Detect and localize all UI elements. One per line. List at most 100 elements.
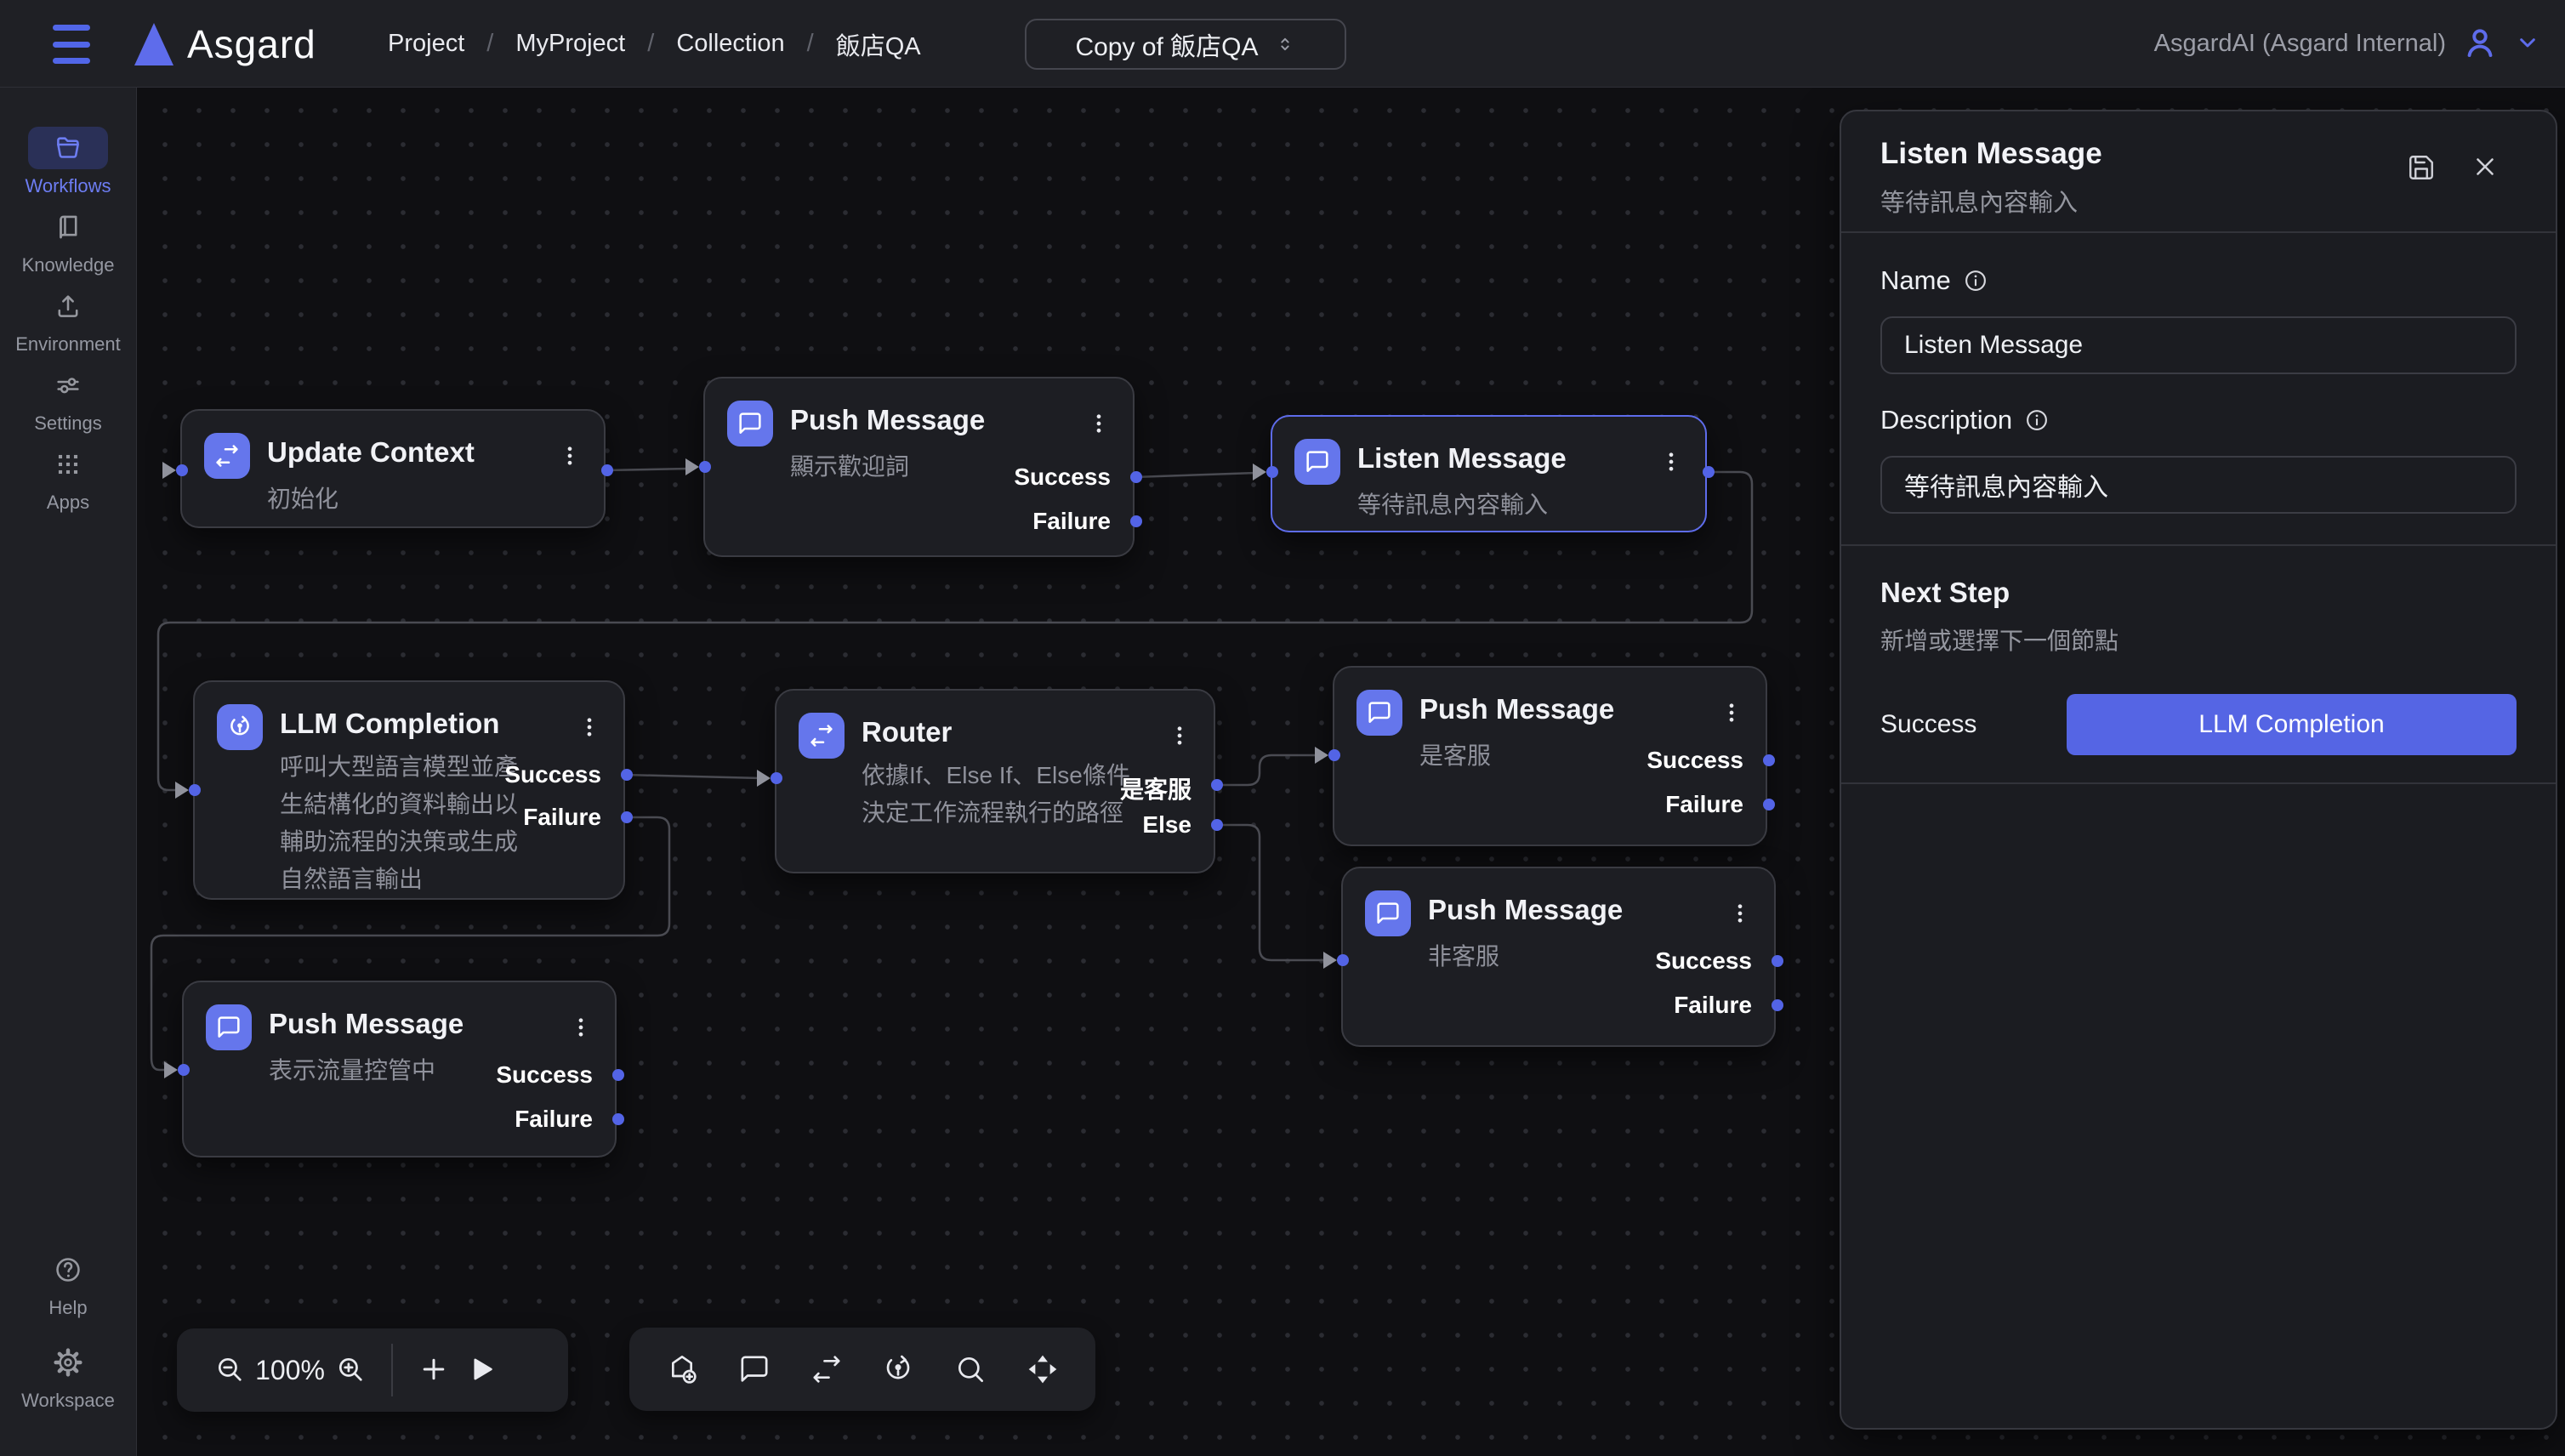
book-icon: [28, 206, 108, 248]
node-menu-icon[interactable]: [571, 706, 608, 748]
next-step-section: Next Step 新增或選擇下一個節點 SuccessLLM Completi…: [1841, 546, 2556, 784]
sidebar-item-help[interactable]: Help: [0, 1248, 137, 1319]
toolbar-divider: [391, 1344, 393, 1396]
node-menu-icon[interactable]: [1161, 714, 1198, 757]
sidebar-item-label: Knowledge: [22, 254, 115, 276]
help-circle-icon: [28, 1248, 108, 1291]
brand-name: Asgard: [187, 21, 316, 67]
sidebar-item-settings[interactable]: Settings: [0, 364, 137, 435]
next-step-target-button[interactable]: LLM Completion: [2067, 694, 2517, 755]
breadcrumb-item-project[interactable]: Project: [388, 30, 464, 58]
node-push-message-throttle[interactable]: Push Message表示流量控管中SuccessFailure: [182, 981, 617, 1157]
panel-header: Listen Message 等待訊息內容輸入: [1841, 111, 2556, 233]
add-icon[interactable]: [410, 1345, 458, 1396]
node-push-message-welcome[interactable]: Push Message顯示歡迎詞SuccessFailure: [703, 377, 1135, 557]
node-title: LLM Completion: [280, 708, 499, 740]
node-title: Push Message: [1419, 693, 1614, 725]
description-field-label: Description: [1880, 405, 2517, 435]
sidebar-item-apps[interactable]: Apps: [0, 443, 137, 514]
node-title: Push Message: [1428, 894, 1623, 926]
fit-view-icon[interactable]: [1019, 1344, 1066, 1395]
node-subtitle: 是客服: [1419, 737, 1491, 771]
node-subtitle: 顯示歡迎詞: [790, 448, 909, 482]
output-label-success: Success: [496, 1061, 593, 1089]
node-subtitle: 表示流量控管中: [269, 1052, 435, 1086]
output-label-success: Success: [1655, 947, 1752, 975]
node-router[interactable]: Router依據If、Else If、Else條件決定工作流程執行的路徑是客服E…: [775, 689, 1215, 873]
asgard-workflow-app: Asgard Project/MyProject/Collection/飯店QA…: [0, 0, 2565, 1456]
chat-icon: [1356, 690, 1402, 736]
breadcrumb-item-飯店qa[interactable]: 飯店QA: [836, 26, 921, 62]
llm-icon[interactable]: [874, 1344, 922, 1395]
node-menu-icon[interactable]: [1652, 441, 1690, 483]
next-step-subtitle: 新增或選擇下一個節點: [1880, 623, 2517, 657]
node-llm-completion[interactable]: LLM Completion 呼叫大型語言模型並產生結構化的資料輸出以輔助流程的決…: [193, 680, 625, 900]
next-step-condition: Success: [1880, 710, 2067, 739]
chevron-updown-icon: [1274, 33, 1296, 55]
node-menu-icon[interactable]: [1713, 691, 1750, 734]
sidebar-item-environment[interactable]: Environment: [0, 285, 137, 355]
folder-icon: [28, 127, 108, 169]
node-menu-icon[interactable]: [551, 435, 589, 477]
chevron-down-icon[interactable]: [2514, 29, 2541, 59]
upload-icon: [28, 285, 108, 327]
sidebar-item-workflows[interactable]: Workflows: [0, 127, 137, 197]
node-title: Listen Message: [1357, 442, 1567, 475]
swap-icon: [204, 433, 250, 479]
node-menu-icon[interactable]: [1080, 402, 1118, 445]
description-label-text: Description: [1880, 405, 2012, 435]
panel-fields: Name Description: [1841, 233, 2556, 546]
run-icon[interactable]: [458, 1345, 505, 1396]
user-icon[interactable]: [2461, 24, 2499, 64]
output-label-failure: Failure: [523, 804, 601, 831]
save-icon[interactable]: [2406, 152, 2437, 185]
zoom-out-icon[interactable]: [206, 1345, 253, 1396]
node-update-context[interactable]: Update Context初始化: [180, 409, 606, 528]
next-step-title: Next Step: [1880, 577, 2517, 609]
node-subtitle: 初始化: [267, 481, 338, 515]
search-icon[interactable]: [947, 1344, 994, 1395]
sidebar-item-workspace[interactable]: Workspace: [0, 1341, 137, 1412]
brand-logo[interactable]: Asgard: [134, 0, 316, 88]
swap-icon: [799, 713, 845, 759]
chat-icon: [1294, 439, 1340, 485]
output-label-success: Success: [504, 761, 601, 788]
sidebar-item-label: Apps: [47, 492, 89, 514]
node-push-message-non-agent[interactable]: Push Message 非客服 Success Failure: [1341, 867, 1776, 1047]
breadcrumb-separator: /: [486, 30, 493, 58]
node-push-message-agent[interactable]: Push Message 是客服 Success Failure: [1333, 666, 1767, 846]
chat-icon[interactable]: [731, 1344, 778, 1395]
breadcrumb-item-collection[interactable]: Collection: [676, 30, 784, 58]
node-subtitle: 非客服: [1428, 938, 1499, 972]
node-menu-icon[interactable]: [562, 1006, 600, 1049]
node-title: Router: [862, 716, 952, 748]
node-menu-icon[interactable]: [1721, 892, 1759, 935]
next-step-row: SuccessLLM Completion: [1880, 694, 2517, 755]
name-input[interactable]: [1880, 316, 2517, 374]
output-label-failure: Failure: [515, 1106, 593, 1133]
zoom-in-icon[interactable]: [327, 1345, 374, 1396]
swap-icon[interactable]: [803, 1344, 850, 1395]
output-label-success: Success: [1646, 747, 1743, 774]
menu-icon[interactable]: [53, 25, 94, 64]
node-add-icon[interactable]: [658, 1344, 706, 1395]
output-label-failure: Failure: [1674, 992, 1752, 1019]
navbar-right: AsgardAI (Asgard Internal): [2154, 0, 2541, 88]
close-icon[interactable]: [2471, 152, 2500, 184]
node-listen-message[interactable]: Listen Message等待訊息內容輸入: [1271, 415, 1707, 532]
grid-icon: [28, 443, 108, 486]
sidebar-item-knowledge[interactable]: Knowledge: [0, 206, 137, 276]
gear-icon: [28, 1341, 108, 1384]
description-input[interactable]: [1880, 456, 2517, 514]
workflow-selector-label: Copy of 飯店QA: [1075, 26, 1258, 63]
node-subtitle: 呼叫大型語言模型並產生結構化的資料輸出以輔助流程的決策或生成自然語言輸出: [280, 748, 531, 898]
sidebar-item-label: Workspace: [21, 1390, 115, 1412]
sidebar-item-label: Settings: [34, 412, 102, 435]
breadcrumb-item-myproject[interactable]: MyProject: [515, 30, 625, 58]
output-label-是客服: 是客服: [1120, 771, 1192, 805]
top-navbar: Asgard Project/MyProject/Collection/飯店QA…: [0, 0, 2565, 88]
workflow-selector[interactable]: Copy of 飯店QA: [1025, 19, 1346, 70]
chat-icon: [206, 1004, 252, 1050]
output-label-failure: Failure: [1032, 508, 1111, 535]
output-label-failure: Failure: [1665, 791, 1743, 818]
